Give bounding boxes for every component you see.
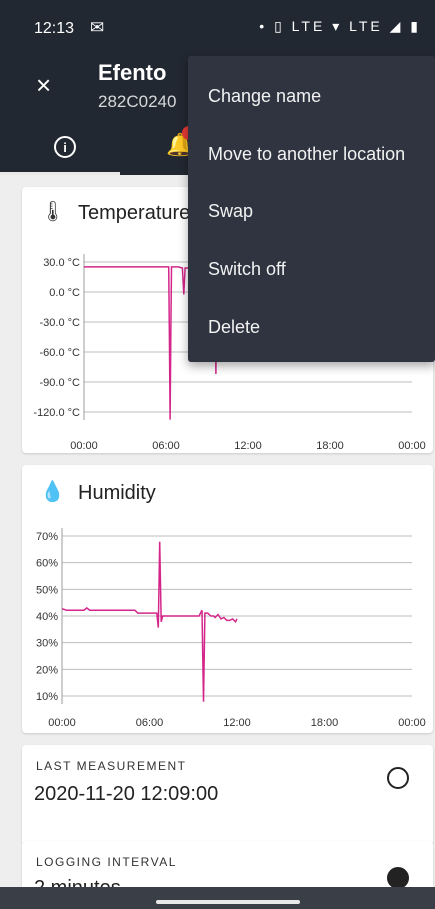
y-tick-label: 70% bbox=[36, 531, 58, 543]
clock-icon bbox=[387, 767, 409, 789]
gmail-icon: ✉ bbox=[90, 18, 105, 37]
y-tick-label: 50% bbox=[36, 584, 58, 596]
logging-interval-label: LOGGING INTERVAL bbox=[36, 855, 177, 869]
x-tick-label: 00:00 bbox=[398, 440, 426, 452]
y-tick-label: 10% bbox=[36, 691, 58, 703]
menu-item-swap[interactable]: Swap bbox=[208, 201, 253, 222]
y-tick-label: -30.0 °C bbox=[40, 317, 81, 329]
chart-series-line bbox=[61, 541, 238, 702]
y-tick-label: 30% bbox=[36, 638, 58, 650]
humidity-chart: 70% 60% 50% 40% 30% 20% 10% 00:00 06:00 12:00 18:0… bbox=[36, 528, 426, 729]
menu-item-change-name[interactable]: Change name bbox=[208, 86, 321, 107]
last-measurement-value: 2020-11-20 12:09:00 bbox=[34, 783, 219, 805]
x-tick-label: 00:00 bbox=[398, 717, 426, 729]
status-bar: 12:13 ✉ • ▯ LTE ▾ LTE ◢ ▮ bbox=[0, 0, 435, 40]
y-tick-label: 60% bbox=[36, 558, 58, 570]
x-tick-label: 06:00 bbox=[136, 717, 164, 729]
stopwatch-icon bbox=[387, 867, 409, 889]
overflow-menu: Change name Move to another location Swa… bbox=[188, 56, 435, 362]
sensor-serial: 282C0240 bbox=[98, 92, 177, 111]
status-indicators: • ▯ LTE ▾ LTE ◢ ▮ bbox=[259, 18, 421, 34]
home-gesture-handle[interactable] bbox=[156, 900, 300, 904]
menu-item-delete[interactable]: Delete bbox=[208, 317, 260, 338]
last-measurement-card: LAST MEASUREMENT 2020-11-20 12:09:00 bbox=[22, 745, 433, 845]
x-tick-label: 06:00 bbox=[152, 440, 180, 452]
menu-item-switch-off[interactable]: Switch off bbox=[208, 259, 286, 280]
y-tick-label: 40% bbox=[36, 611, 58, 623]
humidity-card: 💧 Humidity 70% 60% 50% 40% 30% 20% 10% 00:00 06:… bbox=[22, 465, 433, 733]
info-icon: i bbox=[54, 136, 76, 158]
close-icon[interactable]: × bbox=[36, 70, 51, 101]
y-tick-label: -60.0 °C bbox=[40, 347, 81, 359]
tab-info[interactable]: i bbox=[0, 128, 120, 175]
y-tick-label: -120.0 °C bbox=[33, 407, 80, 419]
x-tick-label: 00:00 bbox=[70, 440, 98, 452]
x-tick-label: 00:00 bbox=[48, 717, 76, 729]
x-tick-label: 12:00 bbox=[223, 717, 251, 729]
x-tick-label: 18:00 bbox=[311, 717, 339, 729]
y-tick-label: 0.0 °C bbox=[49, 287, 80, 299]
status-time: 12:13 bbox=[34, 20, 75, 37]
y-tick-label: -90.0 °C bbox=[40, 377, 81, 389]
last-measurement-label: LAST MEASUREMENT bbox=[36, 759, 187, 773]
y-tick-label: 30.0 °C bbox=[43, 257, 80, 269]
menu-item-move-location[interactable]: Move to another location bbox=[208, 144, 405, 165]
system-nav-bar bbox=[0, 887, 435, 909]
y-tick-label: 20% bbox=[36, 664, 58, 676]
sensor-title: Efento bbox=[98, 60, 167, 85]
x-tick-label: 12:00 bbox=[234, 440, 262, 452]
x-tick-label: 18:00 bbox=[316, 440, 344, 452]
